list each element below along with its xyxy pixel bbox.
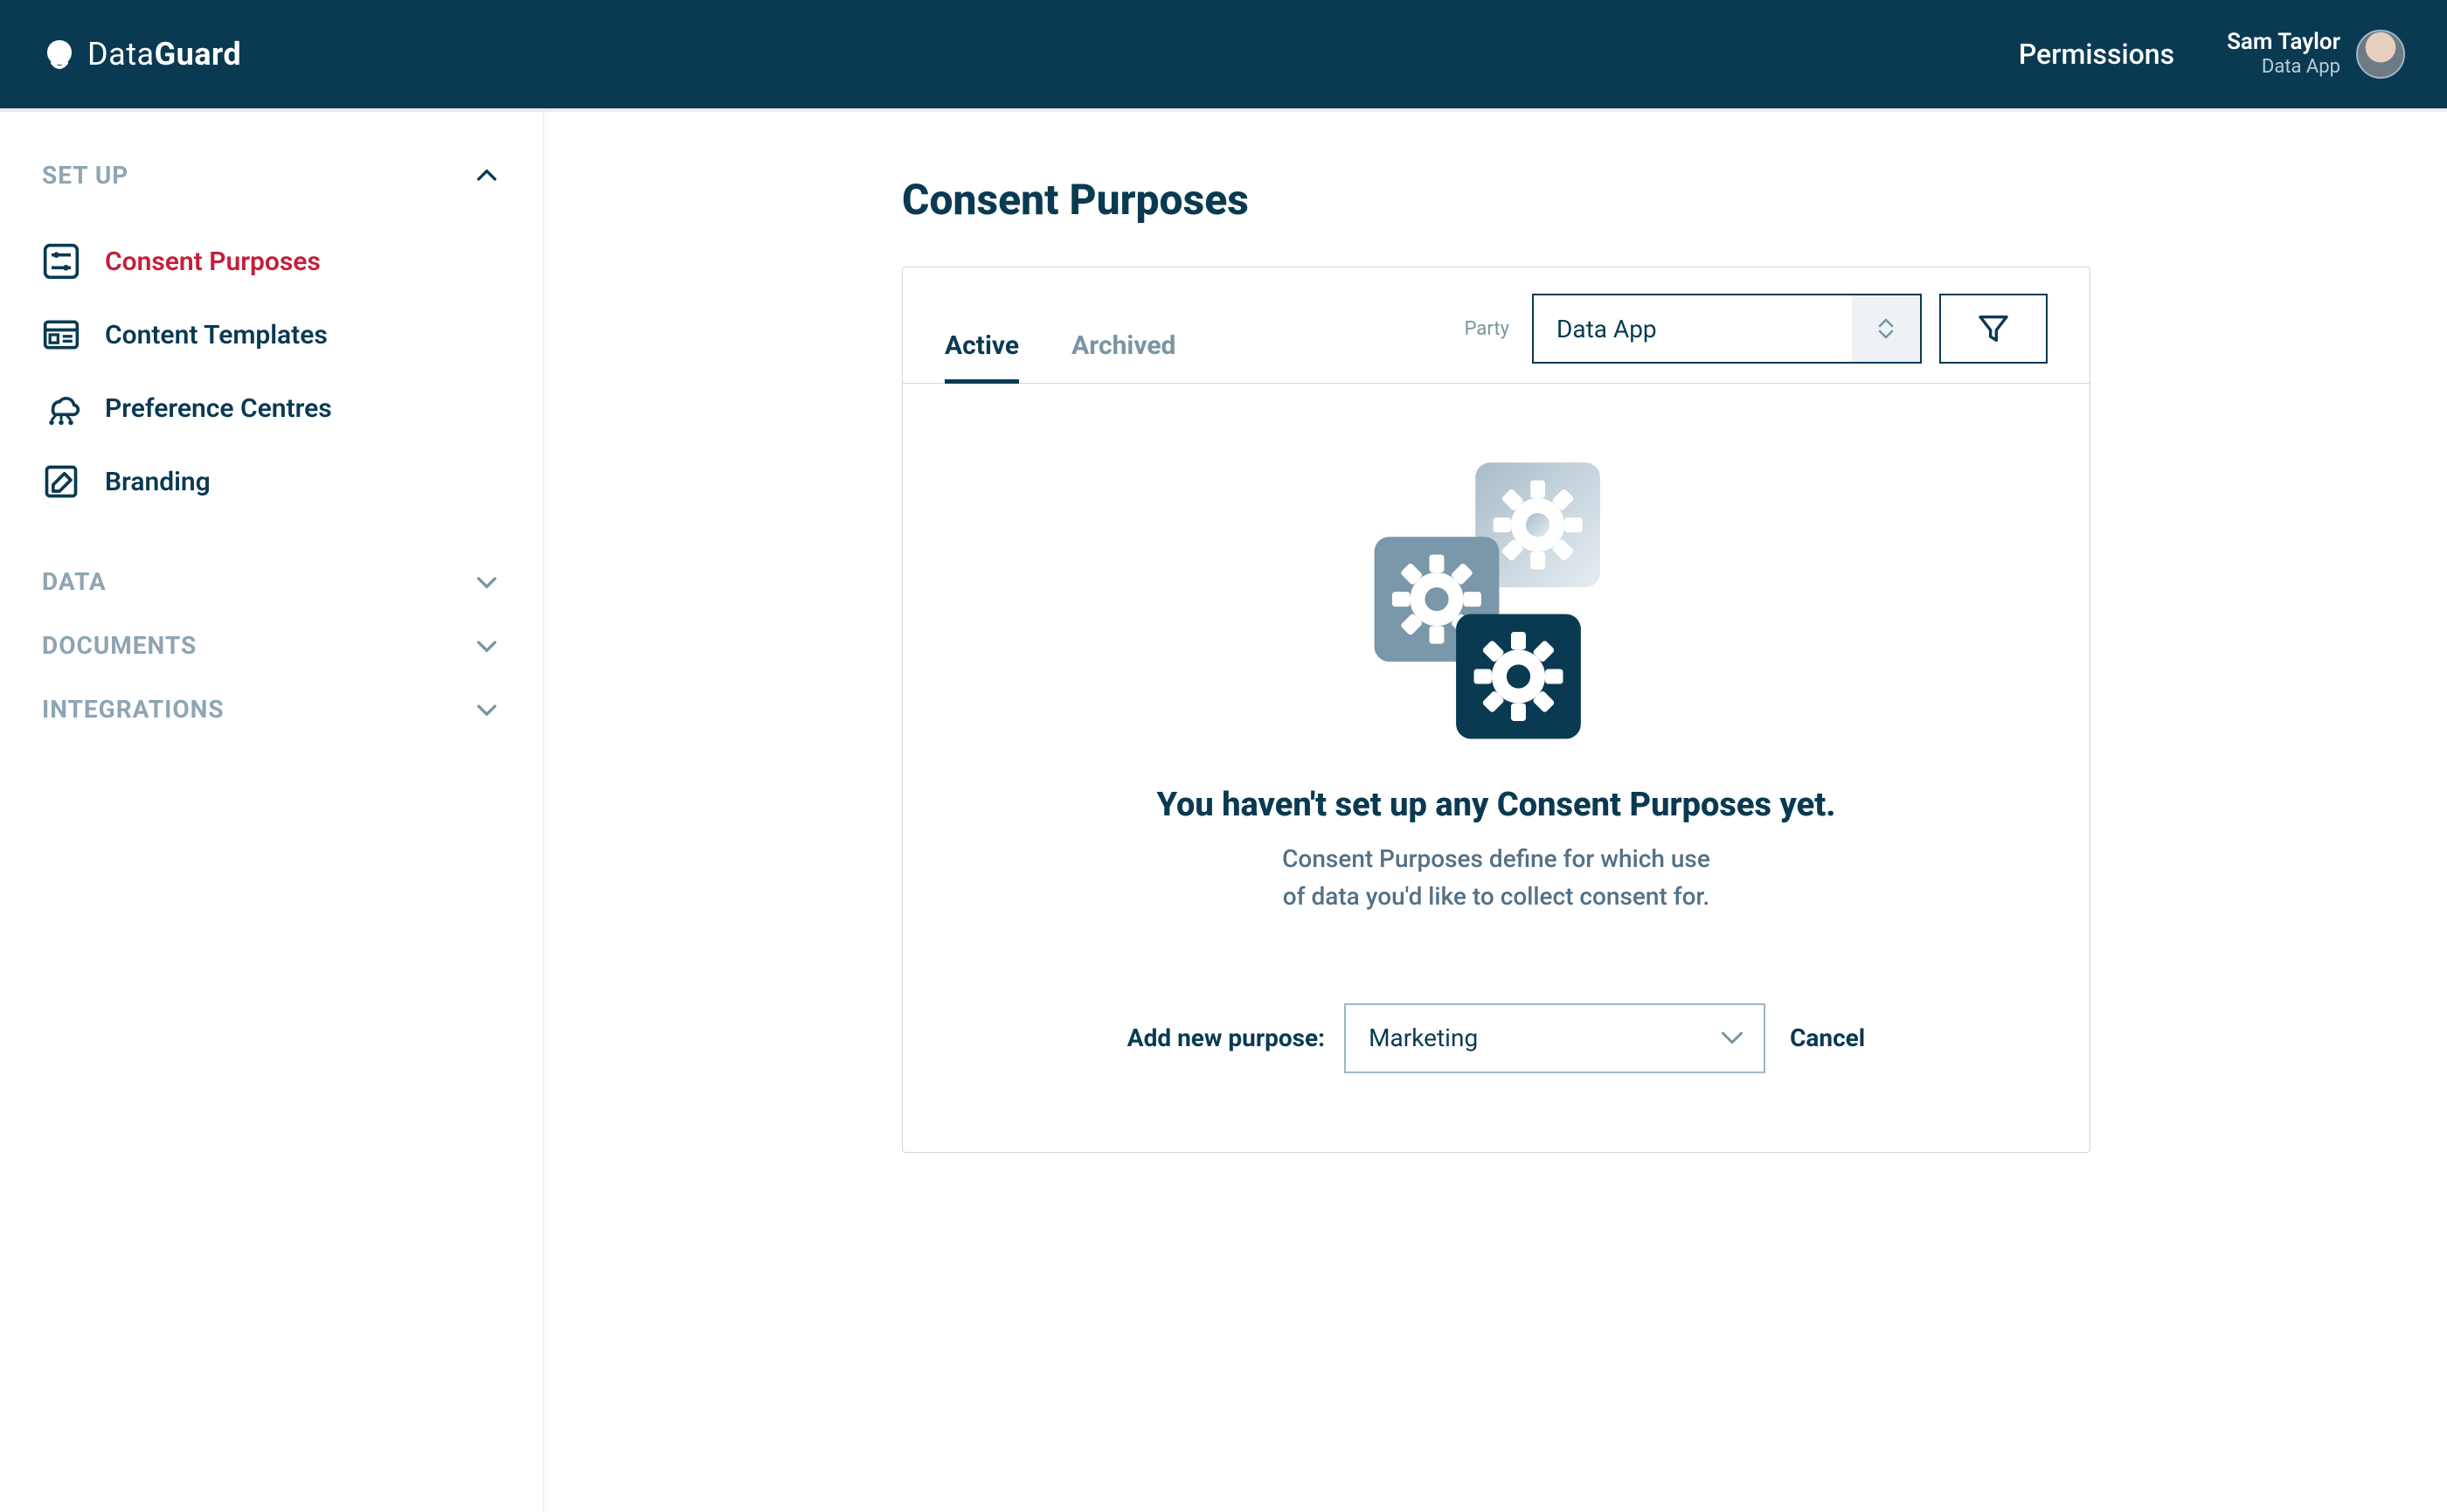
logo-text-suffix: Guard: [155, 36, 242, 73]
sliders-icon: [42, 242, 80, 281]
user-name: Sam Taylor: [2227, 29, 2340, 56]
sidebar-section-label: INTEGRATIONS: [42, 695, 225, 724]
sidebar-section-label: DATA: [42, 567, 107, 596]
sidebar-section-data[interactable]: DATA: [42, 567, 501, 596]
empty-state: You haven't set up any Consent Purposes …: [903, 384, 2090, 1152]
party-label: Party: [1465, 318, 1509, 340]
card-toolbar: Active Archived Party Data App: [903, 267, 2090, 384]
edit-icon: [42, 462, 80, 501]
content-card: Active Archived Party Data App: [902, 267, 2090, 1153]
gears-illustration: [945, 454, 2048, 751]
select-stepper-icon: [1852, 295, 1920, 362]
chevron-down-icon: [473, 696, 501, 724]
add-purpose-select[interactable]: Marketing: [1344, 1003, 1765, 1073]
sidebar-item-branding[interactable]: Branding: [42, 445, 501, 518]
sidebar-section-label: DOCUMENTS: [42, 631, 197, 660]
filter-button[interactable]: [1939, 294, 2048, 364]
empty-state-title: You haven't set up any Consent Purposes …: [945, 786, 2048, 824]
sidebar-section-label: SET UP: [42, 161, 128, 190]
chevron-down-icon: [473, 568, 501, 596]
chevron-up-icon: [473, 162, 501, 190]
cancel-button[interactable]: Cancel: [1790, 1023, 1865, 1052]
sidebar-section-setup[interactable]: SET UP: [42, 161, 501, 190]
chevron-down-icon: [473, 632, 501, 660]
avatar: [2356, 30, 2405, 79]
logo[interactable]: DataGuard: [42, 36, 241, 73]
empty-state-description: Consent Purposes define for which use of…: [945, 840, 2048, 916]
tab-active[interactable]: Active: [945, 320, 1019, 384]
sidebar-item-label: Preference Centres: [105, 393, 332, 424]
user-subtitle: Data App: [2227, 56, 2340, 79]
add-purpose-value: Marketing: [1369, 1023, 1478, 1052]
add-purpose-label: Add new purpose:: [1127, 1023, 1325, 1052]
sidebar-item-content-templates[interactable]: Content Templates: [42, 298, 501, 371]
logo-icon: [42, 37, 77, 72]
sidebar-item-preference-centres[interactable]: Preference Centres: [42, 371, 501, 445]
template-icon: [42, 316, 80, 354]
party-select[interactable]: Data App: [1532, 294, 1922, 364]
add-purpose-row: Add new purpose: Marketing Cancel: [945, 1003, 2048, 1073]
tab-list: Active Archived: [945, 320, 1465, 383]
user-menu[interactable]: Sam Taylor Data App: [2227, 29, 2405, 80]
sidebar: SET UP Consent Purposes Content Template…: [0, 112, 544, 1512]
tab-archived[interactable]: Archived: [1071, 320, 1175, 384]
sidebar-item-consent-purposes[interactable]: Consent Purposes: [42, 225, 501, 298]
sidebar-section-documents[interactable]: DOCUMENTS: [42, 631, 501, 660]
sidebar-item-label: Branding: [105, 467, 211, 497]
filter-icon: [1976, 311, 2011, 346]
page-title: Consent Purposes: [902, 175, 2447, 225]
chevron-down-icon: [1720, 1030, 1744, 1047]
app-header: DataGuard Permissions Sam Taylor Data Ap…: [0, 0, 2447, 112]
main-content: Consent Purposes Active Archived Party D…: [544, 112, 2447, 1512]
party-select-value: Data App: [1556, 315, 1657, 343]
cloud-network-icon: [42, 389, 80, 427]
sidebar-section-integrations[interactable]: INTEGRATIONS: [42, 695, 501, 724]
nav-permissions[interactable]: Permissions: [2019, 38, 2174, 71]
logo-text-prefix: Data: [87, 36, 155, 73]
sidebar-item-label: Consent Purposes: [105, 246, 321, 277]
sidebar-item-label: Content Templates: [105, 320, 328, 350]
